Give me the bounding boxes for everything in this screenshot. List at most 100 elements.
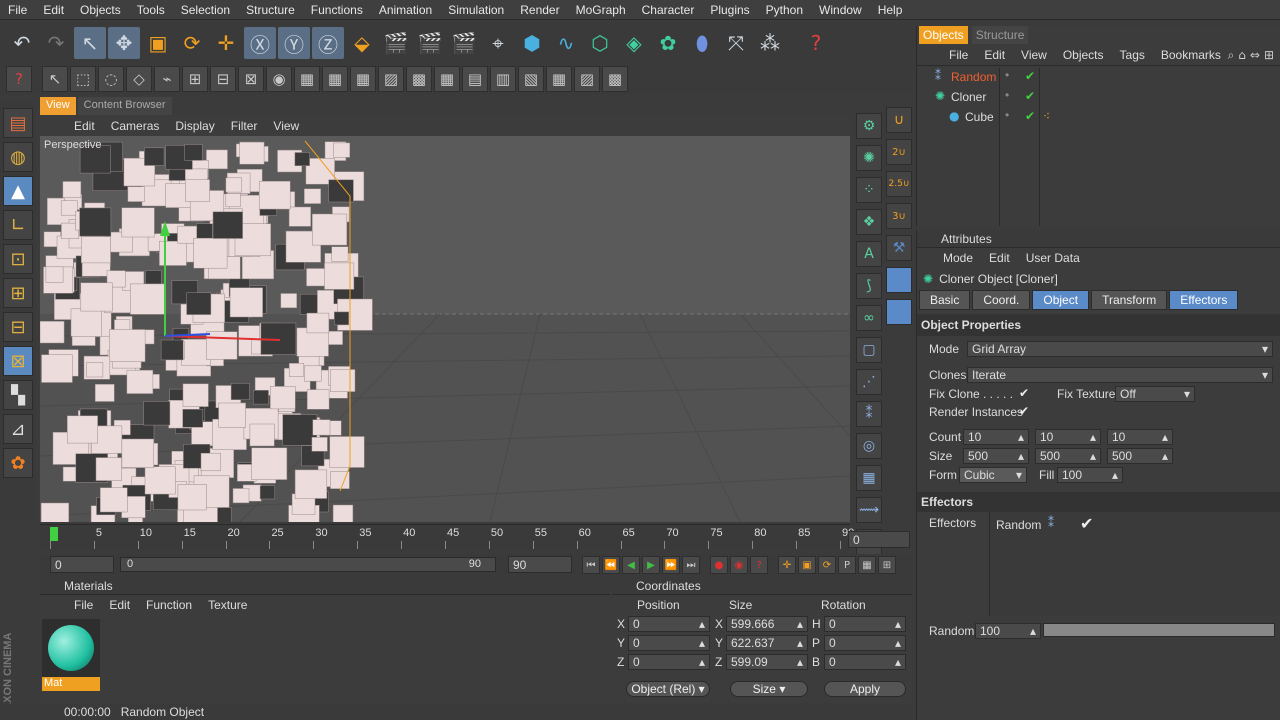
materials-menu-function[interactable]: Function (138, 598, 200, 612)
tab-objects[interactable]: Objects (919, 26, 968, 44)
enabled-check-icon[interactable]: ✔ (1025, 109, 1035, 123)
enabled-check-icon[interactable]: ✔ (1025, 89, 1035, 103)
deformer-icon[interactable]: ⬮ (686, 27, 718, 59)
visibility-dot-icon[interactable]: • (1005, 108, 1009, 122)
play-icon[interactable]: ▶ (642, 556, 660, 574)
fix-clone-checkbox[interactable]: ✔ (1019, 386, 1029, 400)
grid-k-icon[interactable]: ▨ (574, 66, 600, 92)
smooth-icon[interactable]: ◉ (266, 66, 292, 92)
fix-texture-select[interactable]: Off ▾ (1115, 386, 1195, 402)
effector-random-icon[interactable]: ⁑ (856, 401, 882, 427)
mograph-tracer-icon[interactable]: ⟆ (856, 273, 882, 299)
timeline[interactable]: 051015202530354045505560657075808590 (40, 524, 854, 550)
random-field[interactable]: 100 ▴ (975, 623, 1041, 639)
form-select[interactable]: Cubic ▾ (959, 467, 1027, 483)
start-frame-field[interactable]: 0 (50, 556, 114, 573)
effector-shader-icon[interactable]: ◎ (856, 433, 882, 459)
x-axis-icon[interactable]: Ⓧ (244, 27, 276, 59)
redo-icon[interactable]: ↷ (40, 27, 72, 59)
checker-icon[interactable]: ▚ (3, 380, 33, 410)
grid-c-icon[interactable]: ▦ (350, 66, 376, 92)
snap-a-icon[interactable] (886, 267, 912, 293)
object-name[interactable]: Random (951, 70, 996, 84)
menu-item-plugins[interactable]: Plugins (702, 3, 757, 17)
effector-plain-icon[interactable]: ▢ (856, 337, 882, 363)
menu-item-structure[interactable]: Structure (238, 3, 303, 17)
menu-item-functions[interactable]: Functions (303, 3, 371, 17)
home-icon[interactable]: ⌂ (1238, 48, 1246, 63)
effector-time-icon[interactable]: ⟿ (856, 497, 882, 523)
axis-mode-icon[interactable]: ∟ (3, 210, 33, 240)
select-icon[interactable]: ↖ (42, 66, 68, 92)
size-y-field[interactable]: 500 ▴ (1035, 448, 1101, 464)
viewport[interactable] (40, 136, 850, 522)
menu-item-help[interactable]: Help (870, 3, 911, 17)
rotation-field[interactable]: 0 ▴ (824, 616, 906, 632)
visibility-dot-icon[interactable]: • (1005, 88, 1009, 102)
menu-item-objects[interactable]: Objects (72, 3, 129, 17)
go-end-icon[interactable]: ⏭ (682, 556, 700, 574)
materials-menu-edit[interactable]: Edit (101, 598, 138, 612)
menu-item-tools[interactable]: Tools (129, 3, 173, 17)
size-z-field[interactable]: 500 ▴ (1107, 448, 1173, 464)
sculpt-icon[interactable]: ✿ (3, 448, 33, 478)
random-slider[interactable] (1043, 623, 1275, 637)
object-row-cube[interactable]: ● Cube • ✔ ⁖ (917, 108, 1280, 126)
go-start-icon[interactable]: ⏮ (582, 556, 600, 574)
menu-item-window[interactable]: Window (811, 3, 870, 17)
menu-item-file[interactable]: File (0, 3, 35, 17)
rotate-icon[interactable]: ⟳ (176, 27, 208, 59)
size-field[interactable]: 622.637 ▴ (726, 635, 808, 651)
workplane-icon[interactable]: ⊿ (3, 414, 33, 444)
materials-menu-texture[interactable]: Texture (200, 598, 255, 612)
object-mode-icon[interactable]: ▲ (3, 176, 33, 206)
null-object-icon[interactable]: ⌖ (482, 27, 514, 59)
viewport-menu-cameras[interactable]: Cameras (103, 119, 168, 133)
enabled-check-icon[interactable]: ✔ (1025, 69, 1035, 83)
snap-settings-icon[interactable]: ⚒ (886, 235, 912, 261)
knife-icon[interactable]: ⌁ (154, 66, 180, 92)
key-pla-icon[interactable]: ▦ (858, 556, 876, 574)
rotation-field[interactable]: 0 ▴ (824, 654, 906, 670)
viewport-menu-edit[interactable]: Edit (66, 119, 103, 133)
effector-item-random[interactable]: Random (996, 518, 1041, 532)
help-small-icon[interactable]: ? (6, 66, 32, 92)
bridge-icon[interactable]: ⊠ (238, 66, 264, 92)
tab-basic[interactable]: Basic (919, 290, 971, 310)
snap-3d-icon[interactable]: 3∪ (886, 203, 912, 229)
effector-enabled-check[interactable]: ✔ (1080, 514, 1093, 533)
grid-l-icon[interactable]: ▩ (602, 66, 628, 92)
tab-object[interactable]: Object (1032, 290, 1090, 310)
autokey-icon[interactable]: ◉ (730, 556, 748, 574)
attr-menu-mode[interactable]: Mode (943, 251, 973, 265)
grid-e-icon[interactable]: ▩ (406, 66, 432, 92)
playhead[interactable] (50, 527, 58, 541)
particles-icon[interactable]: ⁂ (754, 27, 786, 59)
menu-item-simulation[interactable]: Simulation (440, 3, 512, 17)
tab-transform[interactable]: Transform (1091, 290, 1168, 310)
count-x-field[interactable]: 10 ▴ (963, 429, 1029, 445)
link-icon[interactable]: ⇔ (1250, 48, 1260, 63)
effector-delay-icon[interactable]: ⋰ (856, 369, 882, 395)
menu-item-character[interactable]: Character (634, 3, 703, 17)
objects-menu-file[interactable]: File (941, 48, 976, 62)
count-y-field[interactable]: 10 ▴ (1035, 429, 1101, 445)
end-frame-field[interactable]: 90 (508, 556, 572, 573)
objects-menu-tags[interactable]: Tags (1112, 48, 1153, 62)
key-rotate-icon[interactable]: ⟳ (818, 556, 836, 574)
prev-key-icon[interactable]: ⏪ (602, 556, 620, 574)
menu-item-python[interactable]: Python (758, 3, 811, 17)
grid-f-icon[interactable]: ▦ (434, 66, 460, 92)
menu-item-render[interactable]: Render (512, 3, 567, 17)
poly-select-icon[interactable]: ◇ (126, 66, 152, 92)
cube-icon[interactable]: ⬢ (516, 27, 548, 59)
count-z-field[interactable]: 10 ▴ (1107, 429, 1173, 445)
coord-mode-select[interactable]: Object (Rel) ▾ (626, 681, 710, 697)
objects-menu-edit[interactable]: Edit (976, 48, 1013, 62)
effector-step-icon[interactable]: ▦ (856, 465, 882, 491)
render-picture-icon[interactable]: 🎬 (414, 27, 446, 59)
points-mode-icon[interactable]: ⊡ (3, 244, 33, 274)
polygons-mode-icon[interactable]: ⊟ (3, 312, 33, 342)
object-name[interactable]: Cloner (951, 90, 986, 104)
viewport-menu-view[interactable]: View (265, 119, 307, 133)
